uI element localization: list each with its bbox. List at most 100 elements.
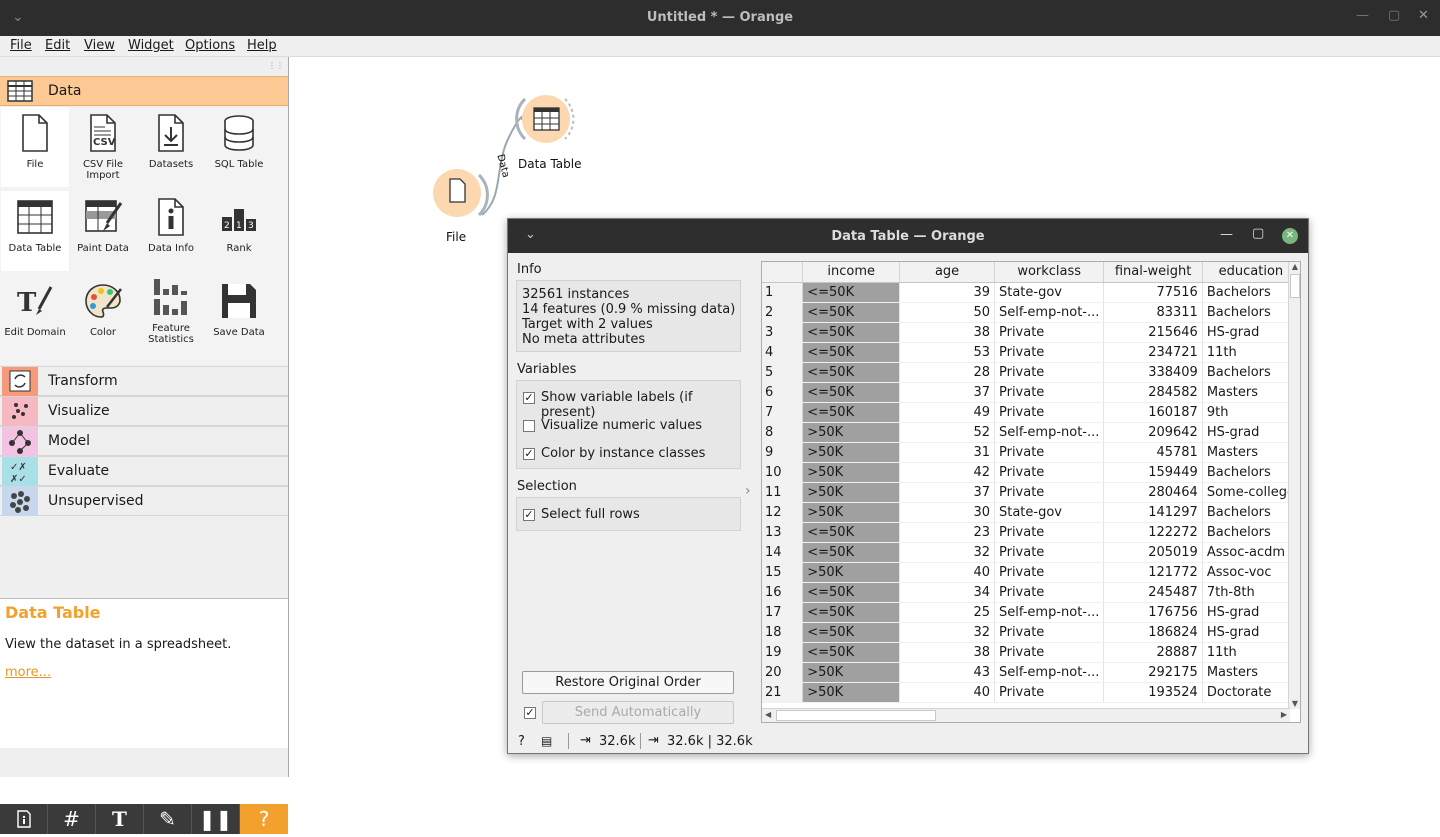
education-cell[interactable]: HS-grad bbox=[1202, 422, 1300, 443]
table-row[interactable]: 2 <=50K 50 Self-emp-not-... 83311 Bachelors bbox=[762, 302, 1300, 323]
income-cell[interactable]: >50K bbox=[802, 422, 901, 443]
income-cell[interactable]: >50K bbox=[802, 462, 901, 483]
education-cell[interactable]: HS-grad bbox=[1202, 602, 1300, 623]
final-weight-cell[interactable]: 159449 bbox=[1103, 462, 1203, 483]
education-cell[interactable]: Some-college bbox=[1202, 482, 1300, 503]
workclass-cell[interactable]: Self-emp-not-... bbox=[994, 422, 1105, 443]
widget-file[interactable]: File bbox=[1, 113, 69, 170]
row-number[interactable]: 17 bbox=[762, 602, 804, 623]
workclass-cell[interactable]: Self-emp-not-... bbox=[994, 602, 1105, 623]
table-row[interactable]: 4 <=50K 53 Private 234721 11th bbox=[762, 342, 1300, 363]
workclass-cell[interactable]: Private bbox=[994, 682, 1105, 703]
age-cell[interactable]: 34 bbox=[899, 582, 995, 603]
category-visualize[interactable]: Visualize bbox=[0, 396, 288, 426]
send-automatically-button[interactable]: Send Automatically bbox=[542, 701, 734, 724]
column-header[interactable]: income bbox=[802, 262, 901, 283]
age-cell[interactable]: 50 bbox=[899, 302, 995, 323]
column-header[interactable]: education bbox=[1202, 262, 1300, 283]
table-row[interactable]: 1 <=50K 39 State-gov 77516 Bachelors bbox=[762, 282, 1300, 303]
data-table-node[interactable] bbox=[515, 95, 575, 143]
vertical-scrollbar[interactable]: ▲ ▼ bbox=[1288, 262, 1300, 709]
final-weight-cell[interactable]: 186824 bbox=[1103, 622, 1203, 643]
category-data[interactable]: Data bbox=[0, 76, 288, 106]
row-number[interactable]: 8 bbox=[762, 422, 804, 443]
menu-help[interactable]: Help bbox=[247, 38, 277, 53]
age-cell[interactable]: 37 bbox=[899, 382, 995, 403]
restore-order-button[interactable]: Restore Original Order bbox=[522, 671, 734, 694]
income-cell[interactable]: >50K bbox=[802, 502, 901, 523]
table-row[interactable]: 19 <=50K 38 Private 28887 11th bbox=[762, 642, 1300, 663]
widget-datasets[interactable]: Datasets bbox=[137, 113, 205, 170]
education-cell[interactable]: Bachelors bbox=[1202, 502, 1300, 523]
education-cell[interactable]: Masters bbox=[1202, 662, 1300, 683]
education-cell[interactable]: HS-grad bbox=[1202, 622, 1300, 643]
widget-save-data[interactable]: Save Data bbox=[205, 281, 273, 338]
select-full-rows-checkbox[interactable]: ✓ bbox=[523, 509, 535, 521]
show-labels-checkbox[interactable]: ✓ bbox=[523, 392, 535, 404]
education-cell[interactable]: Assoc-acdm bbox=[1202, 542, 1300, 563]
widget-csv-file-import[interactable]: CSV CSV File Import bbox=[69, 113, 137, 181]
workclass-cell[interactable]: Private bbox=[994, 362, 1105, 383]
age-cell[interactable]: 40 bbox=[899, 682, 995, 703]
chevron-right-icon[interactable]: › bbox=[745, 483, 751, 499]
color-by-class-checkbox[interactable]: ✓ bbox=[523, 448, 535, 460]
education-cell[interactable]: Bachelors bbox=[1202, 522, 1300, 543]
pen-arrow-icon[interactable]: ✎ bbox=[144, 804, 192, 834]
workclass-cell[interactable]: Private bbox=[994, 482, 1105, 503]
final-weight-cell[interactable]: 292175 bbox=[1103, 662, 1203, 683]
final-weight-cell[interactable]: 245487 bbox=[1103, 582, 1203, 603]
final-weight-cell[interactable]: 28887 bbox=[1103, 642, 1203, 663]
row-number[interactable]: 9 bbox=[762, 442, 804, 463]
workclass-cell[interactable]: Private bbox=[994, 382, 1105, 403]
final-weight-cell[interactable]: 77516 bbox=[1103, 282, 1203, 303]
table-row[interactable]: 8 >50K 52 Self-emp-not-... 209642 HS-grad bbox=[762, 422, 1300, 443]
table-row[interactable]: 18 <=50K 32 Private 186824 HS-grad bbox=[762, 622, 1300, 643]
menu-file[interactable]: File bbox=[10, 38, 32, 53]
income-cell[interactable]: >50K bbox=[802, 682, 901, 703]
table-row[interactable]: 3 <=50K 38 Private 215646 HS-grad bbox=[762, 322, 1300, 343]
workclass-cell[interactable]: Private bbox=[994, 562, 1105, 583]
category-transform[interactable]: Transform bbox=[0, 366, 288, 396]
final-weight-cell[interactable]: 193524 bbox=[1103, 682, 1203, 703]
widget-data-info[interactable]: Data Info bbox=[137, 197, 205, 254]
workclass-cell[interactable]: Private bbox=[994, 642, 1105, 663]
education-cell[interactable]: Masters bbox=[1202, 382, 1300, 403]
minimize-icon[interactable]: — bbox=[1356, 8, 1369, 23]
info-icon[interactable] bbox=[0, 804, 48, 834]
row-number[interactable]: 10 bbox=[762, 462, 804, 483]
final-weight-cell[interactable]: 122272 bbox=[1103, 522, 1203, 543]
age-cell[interactable]: 28 bbox=[899, 362, 995, 383]
workclass-cell[interactable]: Private bbox=[994, 342, 1105, 363]
horizontal-scrollbar[interactable]: ◀ ▶ bbox=[762, 708, 1290, 722]
education-cell[interactable]: 11th bbox=[1202, 342, 1300, 363]
menu-widget[interactable]: Widget bbox=[128, 38, 174, 53]
education-cell[interactable]: Bachelors bbox=[1202, 462, 1300, 483]
workclass-cell[interactable]: State-gov bbox=[994, 282, 1105, 303]
final-weight-cell[interactable]: 284582 bbox=[1103, 382, 1203, 403]
final-weight-cell[interactable]: 209642 bbox=[1103, 422, 1203, 443]
final-weight-cell[interactable]: 141297 bbox=[1103, 502, 1203, 523]
row-number[interactable]: 13 bbox=[762, 522, 804, 543]
age-cell[interactable]: 53 bbox=[899, 342, 995, 363]
widget-edit-domain[interactable]: T Edit Domain bbox=[1, 281, 69, 338]
income-cell[interactable]: <=50K bbox=[802, 302, 901, 323]
row-number[interactable]: 5 bbox=[762, 362, 804, 383]
age-cell[interactable]: 38 bbox=[899, 322, 995, 343]
row-number[interactable]: 16 bbox=[762, 582, 804, 603]
income-cell[interactable]: <=50K bbox=[802, 522, 901, 543]
row-number[interactable]: 19 bbox=[762, 642, 804, 663]
table-row[interactable]: 14 <=50K 32 Private 205019 Assoc-acdm bbox=[762, 542, 1300, 563]
row-number[interactable]: 7 bbox=[762, 402, 804, 423]
age-cell[interactable]: 40 bbox=[899, 562, 995, 583]
table-row[interactable]: 11 >50K 37 Private 280464 Some-college bbox=[762, 482, 1300, 503]
report-icon[interactable]: ▤ bbox=[541, 734, 552, 748]
education-cell[interactable]: HS-grad bbox=[1202, 322, 1300, 343]
help-question-icon[interactable]: ? bbox=[518, 734, 525, 749]
education-cell[interactable]: 11th bbox=[1202, 642, 1300, 663]
education-cell[interactable]: Doctorate bbox=[1202, 682, 1300, 703]
workclass-cell[interactable]: Private bbox=[994, 582, 1105, 603]
category-evaluate[interactable]: ✓✗ ✗✓ Evaluate bbox=[0, 456, 288, 486]
education-cell[interactable]: Bachelors bbox=[1202, 362, 1300, 383]
column-header[interactable]: age bbox=[899, 262, 995, 283]
workclass-cell[interactable]: Self-emp-not-... bbox=[994, 662, 1105, 683]
